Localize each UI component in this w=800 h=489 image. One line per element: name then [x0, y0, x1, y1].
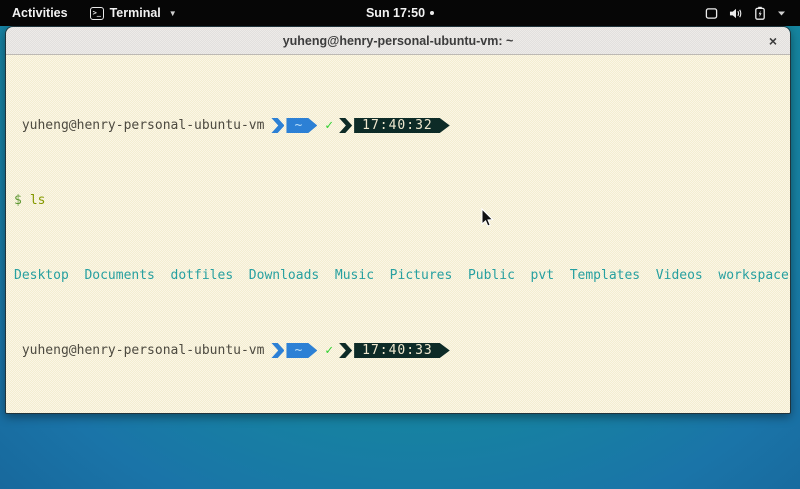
chevron-down-icon — [777, 10, 786, 17]
prompt-time-segment: 17:40:32 — [354, 118, 450, 133]
prompt-symbol: $ — [14, 193, 22, 208]
prompt-line-2: yuheng@henry-personal-ubuntu-vm ~ ✓ 17:4… — [14, 343, 786, 358]
top-bar: Activities >_ Terminal ▼ Sun 17:50 — [0, 0, 800, 26]
powerline-chevron-icon — [271, 343, 284, 358]
app-menu-label: Terminal — [110, 6, 161, 20]
chevron-down-icon: ▼ — [169, 9, 177, 18]
window-titlebar[interactable]: yuheng@henry-personal-ubuntu-vm: ~ × — [6, 27, 790, 55]
terminal-icon: >_ — [90, 7, 104, 20]
typed-command: ls — [30, 193, 46, 208]
prompt-line-1: yuheng@henry-personal-ubuntu-vm ~ ✓ 17:4… — [14, 118, 786, 133]
system-status-area[interactable] — [697, 0, 794, 26]
prompt-cwd-segment: ~ — [286, 118, 317, 133]
powerline-chevron-icon — [339, 343, 352, 358]
activities-button[interactable]: Activities — [0, 0, 80, 26]
status-check-icon: ✓ — [325, 118, 333, 133]
prompt-time-segment: 17:40:33 — [354, 343, 450, 358]
window-title: yuheng@henry-personal-ubuntu-vm: ~ — [283, 34, 514, 48]
command-line: $ ls — [14, 193, 786, 208]
prompt-cwd-segment: ~ — [286, 343, 317, 358]
ls-output: Desktop Documents dotfiles Downloads Mus… — [14, 268, 786, 283]
prompt-user-host: yuheng@henry-personal-ubuntu-vm — [14, 118, 264, 133]
notification-dot-icon — [430, 11, 434, 15]
close-icon[interactable]: × — [769, 34, 777, 48]
terminal-window: yuheng@henry-personal-ubuntu-vm: ~ × yuh… — [5, 26, 791, 414]
app-menu-terminal[interactable]: >_ Terminal ▼ — [80, 0, 187, 26]
status-check-icon: ✓ — [325, 343, 333, 358]
prompt-user-host: yuheng@henry-personal-ubuntu-vm — [14, 343, 264, 358]
terminal-screen[interactable]: yuheng@henry-personal-ubuntu-vm ~ ✓ 17:4… — [6, 55, 790, 413]
powerline-chevron-icon — [271, 118, 284, 133]
clock-label[interactable]: Sun 17:50 — [366, 6, 425, 20]
screen-icon — [705, 7, 718, 20]
powerline-chevron-icon — [339, 118, 352, 133]
battery-charging-icon — [754, 6, 766, 20]
volume-icon — [729, 7, 743, 20]
